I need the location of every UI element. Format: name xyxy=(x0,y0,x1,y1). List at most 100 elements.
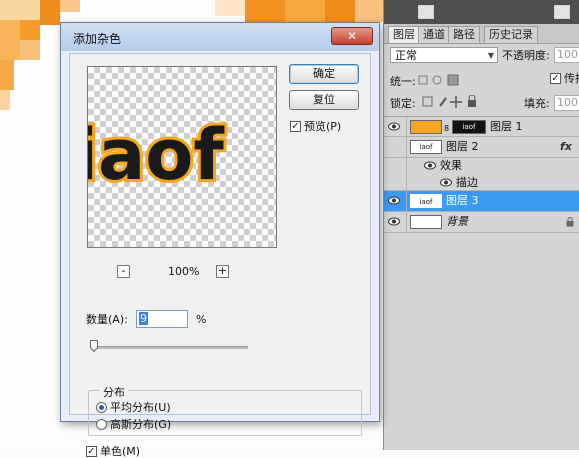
link-icon: 8 xyxy=(444,124,450,133)
propagate-label: 传播 xyxy=(564,72,579,85)
preview-checkbox[interactable]: ✓ xyxy=(290,121,301,132)
zoom-in-button[interactable]: + xyxy=(216,265,229,278)
lock-icon xyxy=(566,217,574,227)
divider xyxy=(406,117,407,138)
canvas-pixel xyxy=(325,0,355,22)
effects-row[interactable]: 效果 xyxy=(384,158,579,174)
opacity-label: 不透明度: xyxy=(502,49,550,62)
canvas-pixel xyxy=(40,0,60,25)
fx-icon[interactable]: fx xyxy=(560,140,572,154)
layer-thumbnail xyxy=(410,215,442,229)
canvas-pixel xyxy=(0,60,14,90)
canvas-pixel xyxy=(0,90,10,110)
layer-row[interactable]: 8 iaof 图层 1 xyxy=(384,116,579,138)
effect-stroke-row[interactable]: 描边 xyxy=(384,174,579,191)
uniform-label[interactable]: 平均分布(U) xyxy=(110,401,171,414)
layer-row[interactable]: 背景 xyxy=(384,212,579,233)
amount-input[interactable]: 9 xyxy=(136,310,188,328)
add-noise-dialog: 添加杂色 ✕ iaof - 100% + 数量(A): 9 % 分布 平均分布(… xyxy=(60,22,380,458)
dialog-titlebar[interactable]: 添加杂色 ✕ xyxy=(61,23,379,51)
layer-mask-thumbnail: iaof xyxy=(452,120,486,134)
canvas-pixel xyxy=(285,0,325,22)
fill-label: 填充: xyxy=(524,97,550,110)
tab-paths[interactable]: 路径 xyxy=(448,26,480,43)
reset-button[interactable]: 复位 xyxy=(289,90,359,110)
blend-mode-value: 正常 xyxy=(395,49,417,62)
preview-image: iaof xyxy=(88,111,228,199)
amount-slider-track[interactable] xyxy=(94,346,248,349)
gaussian-radio[interactable] xyxy=(96,419,107,430)
divider xyxy=(406,174,407,191)
layer-thumbnail xyxy=(410,120,442,134)
canvas-pixel xyxy=(60,0,80,12)
chevron-down-icon: ▼ xyxy=(487,51,494,60)
tab-channels[interactable]: 通道 xyxy=(418,26,450,43)
canvas-pixel xyxy=(20,40,40,60)
layer-row-selected[interactable]: iaof 图层 3 xyxy=(384,191,579,212)
amount-slider-thumb[interactable] xyxy=(90,340,98,352)
unify-icons[interactable] xyxy=(418,73,464,87)
fill-value: 100 xyxy=(557,96,578,109)
layer-name[interactable]: 图层 1 xyxy=(490,120,523,134)
layer-name[interactable]: 背景 xyxy=(446,215,468,229)
opacity-value: 100 xyxy=(557,48,578,61)
amount-unit: % xyxy=(196,313,207,326)
canvas-pixel xyxy=(20,20,40,40)
tab-history[interactable]: 历史记录 xyxy=(484,26,538,43)
ok-button[interactable]: 确定 xyxy=(289,64,359,84)
layer-name[interactable]: 图层 2 xyxy=(446,140,479,154)
blend-mode-select[interactable]: 正常 ▼ xyxy=(390,47,498,63)
divider xyxy=(406,191,407,212)
canvas-pixel xyxy=(245,0,285,22)
eye-icon[interactable] xyxy=(388,122,400,131)
stroke-effect-label: 描边 xyxy=(456,176,478,189)
opacity-input[interactable]: 100 xyxy=(554,47,579,63)
uniform-radio[interactable] xyxy=(96,402,107,413)
unify-label: 统一: xyxy=(390,75,416,88)
thumb-text: iaof xyxy=(419,198,433,206)
eye-icon[interactable] xyxy=(388,196,400,205)
thumb-text: iaof xyxy=(419,143,433,151)
collapse-icon[interactable] xyxy=(418,5,434,19)
plus-icon: + xyxy=(217,264,228,277)
mask-thumb-text: iaof xyxy=(462,123,476,131)
divider xyxy=(406,137,407,158)
canvas-pixel xyxy=(215,0,245,16)
canvas-pixel xyxy=(0,20,20,60)
close-icon: ✕ xyxy=(346,29,358,43)
amount-label: 数量(A): xyxy=(86,313,128,326)
divider xyxy=(406,212,407,233)
preview-artwork: iaof xyxy=(88,114,225,196)
layers-panel: 图层 通道 路径 历史记录 正常 ▼ 不透明度: 100 统一: ✓ 传播 锁定… xyxy=(383,0,579,450)
distribution-label: 分布 xyxy=(100,384,128,400)
amount-value: 9 xyxy=(139,312,148,325)
layer-thumbnail: iaof xyxy=(410,140,442,154)
dialog-title: 添加杂色 xyxy=(73,32,122,46)
blend-row: 正常 ▼ 不透明度: 100 xyxy=(384,44,579,68)
layer-row[interactable]: iaof 图层 2 fx xyxy=(384,137,579,158)
propagate-checkbox[interactable]: ✓ xyxy=(550,73,561,84)
canvas-pixel xyxy=(355,0,383,22)
preview-area[interactable]: iaof xyxy=(87,66,277,248)
eye-icon[interactable] xyxy=(440,178,452,187)
monochromatic-checkbox[interactable]: ✓ xyxy=(86,446,97,457)
zoom-out-button[interactable]: - xyxy=(117,265,130,278)
fill-input[interactable]: 100 xyxy=(554,95,579,111)
layer-thumbnail: iaof xyxy=(410,194,442,208)
divider xyxy=(406,158,407,174)
eye-icon[interactable] xyxy=(424,161,436,170)
effects-label: 效果 xyxy=(440,159,462,172)
eye-icon[interactable] xyxy=(388,217,400,226)
tab-layers[interactable]: 图层 xyxy=(388,26,420,43)
layer-name[interactable]: 图层 3 xyxy=(446,194,479,208)
monochromatic-label[interactable]: 单色(M) xyxy=(100,445,140,458)
lock-label: 锁定: xyxy=(390,97,416,110)
gaussian-label[interactable]: 高斯分布(G) xyxy=(110,418,171,431)
minus-icon: - xyxy=(121,264,126,277)
close-button[interactable]: ✕ xyxy=(331,27,373,45)
preview-label[interactable]: 预览(P) xyxy=(304,120,341,133)
panel-header xyxy=(384,0,579,24)
zoom-level: 100% xyxy=(168,265,200,278)
dock-icon[interactable] xyxy=(554,5,570,19)
lock-icons[interactable] xyxy=(422,95,482,109)
